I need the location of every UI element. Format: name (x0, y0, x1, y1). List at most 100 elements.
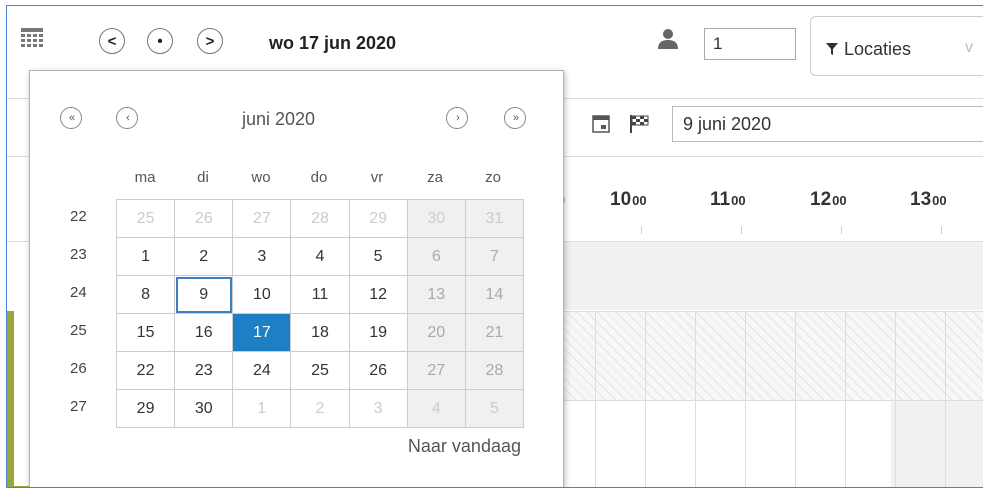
day-cell-selected[interactable]: 17 (232, 313, 292, 352)
chevron-right-icon: > (205, 32, 215, 50)
chevron-right-icon: › (456, 112, 459, 124)
day-cell[interactable]: 26 (348, 351, 408, 390)
timeline-grid (547, 312, 983, 487)
day-cell[interactable]: 15 (115, 313, 176, 352)
day-cell[interactable]: 19 (348, 313, 408, 352)
week-row: 1234567 (115, 237, 525, 276)
hour-tick (941, 226, 942, 234)
day-cell[interactable]: 2 (290, 389, 350, 428)
day-cell[interactable]: 27 (232, 199, 292, 238)
day-cell[interactable]: 28 (464, 351, 525, 390)
calendar-grid-icon[interactable] (21, 28, 43, 48)
prev-month-button[interactable]: ‹ (116, 107, 138, 129)
week-number: 25 (70, 322, 87, 339)
week-row: 29 30 1 2 3 4 5 (115, 389, 525, 428)
hour-tick (841, 226, 842, 234)
go-to-today-link[interactable]: Naar vandaag (408, 436, 521, 457)
day-cell[interactable]: 4 (406, 389, 466, 428)
day-cell[interactable]: 20 (406, 313, 466, 352)
chevron-left-icon: < (107, 32, 117, 50)
week-number: 24 (70, 284, 87, 301)
day-cell[interactable]: 25 (290, 351, 350, 390)
hour-label: 1300 (910, 189, 947, 210)
day-cell[interactable]: 6 (406, 237, 466, 276)
day-cell[interactable]: 29 (115, 389, 176, 428)
week-number: 26 (70, 360, 87, 377)
day-cell[interactable]: 21 (464, 313, 525, 352)
date-picker-popup: « ‹ juni 2020 › » ma di wo do vr za zo 22 23 24 2… (29, 70, 564, 487)
day-cell[interactable]: 8 (115, 275, 176, 314)
person-icon (658, 29, 678, 49)
hour-label: 1200 (810, 189, 847, 210)
dot-icon: • (157, 32, 163, 50)
locations-filter-label: Locaties (844, 39, 912, 59)
day-cell[interactable]: 4 (290, 237, 350, 276)
timeline-header: ) 1000 1100 1200 1300 (547, 156, 983, 236)
end-date-input[interactable]: 9 juni 2020 (672, 106, 983, 142)
day-cell[interactable]: 28 (290, 199, 350, 238)
day-cell[interactable]: 7 (464, 237, 525, 276)
day-cell[interactable]: 13 (406, 275, 466, 314)
day-cell[interactable]: 18 (290, 313, 350, 352)
day-cell[interactable]: 5 (348, 237, 408, 276)
finish-flag-icon (630, 115, 649, 133)
weekday-label: za (427, 169, 443, 186)
chevron-left-icon: ‹ (126, 112, 129, 124)
toolbar: < • > wo 17 jun 2020 1 Locaties v (7, 6, 983, 76)
next-month-button[interactable]: › (446, 107, 468, 129)
day-cell[interactable]: 1 (115, 237, 176, 276)
day-cell[interactable]: 29 (348, 199, 408, 238)
month-label[interactable]: juni 2020 (242, 109, 315, 130)
day-cell[interactable]: 30 (406, 199, 466, 238)
day-cell[interactable]: 3 (348, 389, 408, 428)
weekday-label: di (197, 169, 209, 186)
prev-year-button[interactable]: « (60, 107, 82, 129)
day-cell[interactable]: 5 (464, 389, 525, 428)
day-cell[interactable]: 24 (232, 351, 292, 390)
next-day-button[interactable]: > (197, 28, 223, 54)
day-cell[interactable]: 14 (464, 275, 525, 314)
week-row: 25 26 27 28 29 30 31 (115, 199, 525, 238)
persons-input[interactable]: 1 (704, 28, 796, 60)
day-cell[interactable]: 27 (406, 351, 466, 390)
day-cell[interactable]: 30 (174, 389, 234, 428)
double-chevron-right-icon: » (512, 112, 519, 124)
calendar-icon[interactable] (592, 115, 610, 133)
day-cell[interactable]: 23 (174, 351, 234, 390)
day-cell[interactable]: 22 (115, 351, 176, 390)
weekday-label: wo (251, 169, 271, 186)
day-cell[interactable]: 10 (232, 275, 292, 314)
day-cell[interactable]: 25 (115, 199, 176, 238)
current-date-title[interactable]: wo 17 jun 2020 (269, 33, 396, 54)
today-button[interactable]: • (147, 28, 173, 54)
timeline-band (547, 242, 983, 310)
day-cell[interactable]: 11 (290, 275, 350, 314)
prev-day-button[interactable]: < (99, 28, 125, 54)
weekday-label: ma (134, 169, 156, 186)
next-year-button[interactable]: » (504, 107, 526, 129)
resource-color-bar (7, 311, 14, 487)
day-cell[interactable]: 31 (464, 199, 525, 238)
weekday-label: zo (485, 169, 501, 186)
weekday-label: do (310, 169, 328, 186)
app-frame: < • > wo 17 jun 2020 1 Locaties v 9 juni… (6, 5, 983, 488)
week-number: 27 (70, 398, 87, 415)
day-cell-range-start[interactable]: 9 (174, 275, 234, 314)
hour-label: 1100 (710, 189, 746, 210)
hour-label: 1000 (610, 189, 647, 210)
weekday-label: vr (370, 169, 384, 186)
locations-filter[interactable]: Locaties v (810, 16, 983, 76)
day-cell[interactable]: 26 (174, 199, 234, 238)
hour-tick (741, 226, 742, 234)
filter-icon (826, 43, 838, 55)
day-cell[interactable]: 3 (232, 237, 292, 276)
week-number: 23 (70, 246, 87, 263)
day-cell[interactable]: 2 (174, 237, 234, 276)
week-row: 8 9 10 11 12 13 14 (115, 275, 525, 314)
day-cell[interactable]: 16 (174, 313, 234, 352)
day-cell[interactable]: 12 (348, 275, 408, 314)
day-cell[interactable]: 1 (232, 389, 292, 428)
week-row: 15 16 17 18 19 20 21 (115, 313, 525, 352)
week-row: 22 23 24 25 26 27 28 (115, 351, 525, 390)
hour-tick (641, 226, 642, 234)
